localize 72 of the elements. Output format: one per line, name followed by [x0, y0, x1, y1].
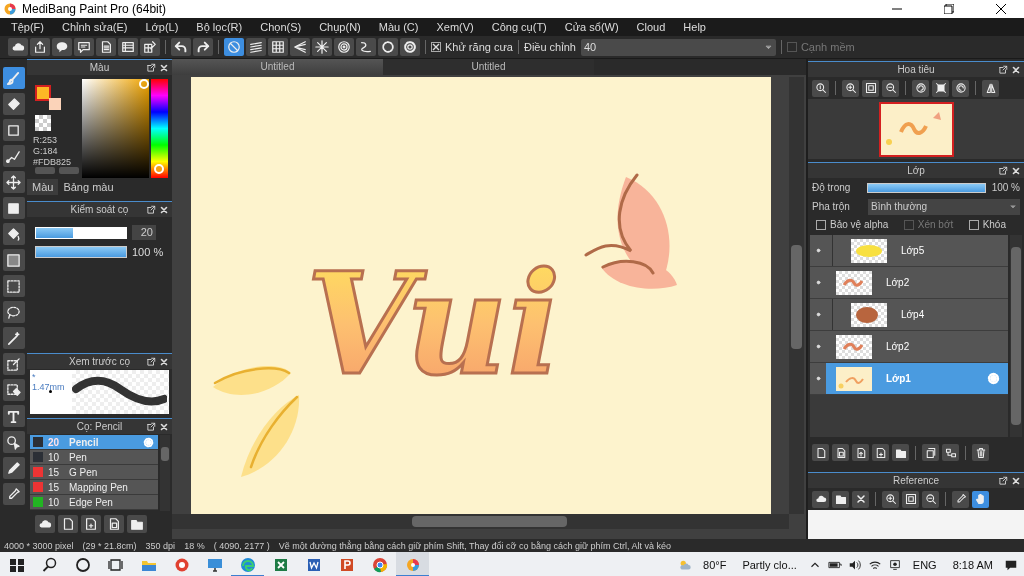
status-text: (29 * 21.8cm)	[82, 540, 137, 551]
layer-row[interactable]: Lớp2	[810, 267, 1008, 299]
status-text: Vẽ một đường thẳng bằng cách giữ phím Shift, Thay đổi cỡ cọ bằng cách giữ phím Ctrl, Alt và kéo	[278, 540, 672, 551]
layer-name: Lớp2	[886, 277, 911, 288]
menu-item[interactable]: Bộ lọc(R)	[187, 21, 252, 33]
panel-tab[interactable]: Màu	[27, 179, 59, 195]
menu-item[interactable]: Xem(V)	[427, 21, 483, 33]
status-text: 4000 * 3000 pixel	[4, 540, 74, 551]
correction-dropdown[interactable]: 40	[580, 38, 776, 56]
brush-size: 10	[47, 451, 61, 463]
menu-item[interactable]: Cloud	[627, 21, 675, 33]
layer-opacity-value: 100 %	[991, 182, 1020, 193]
brush-name: Pencil	[69, 436, 100, 448]
brush-row[interactable]: 10 Pen	[30, 450, 158, 465]
weather-text[interactable]: Partly clo...	[737, 558, 802, 571]
temperature[interactable]: 80°F	[698, 558, 732, 571]
layer-row[interactable]: Lớp2	[810, 331, 1008, 363]
status-text: ( 4090, 2177 )	[213, 540, 270, 551]
brush-size-preview: * 1.47mm	[30, 370, 72, 414]
layer-name: Lớp5	[901, 245, 926, 256]
brush-row[interactable]: 10 Edge Pen	[30, 495, 158, 510]
layer-name: Lớp4	[901, 309, 926, 320]
layer-name: Lớp2	[886, 341, 911, 352]
menu-item[interactable]: Lớp(L)	[136, 21, 188, 33]
document-tab[interactable]: Untitled	[383, 59, 594, 75]
panel-title: Reference	[892, 475, 940, 486]
blend-label: Pha trộn	[812, 201, 851, 212]
rgb-value: G:184	[33, 146, 59, 157]
brush-size: 15	[47, 466, 61, 478]
status-text: 18 %	[184, 540, 205, 551]
layer-row[interactable]: Lớp4	[810, 299, 1008, 331]
panel-title: Xem trước cọ	[68, 356, 130, 367]
layer-row[interactable]: Lớp5	[810, 235, 1008, 267]
hex-value: #FDB825	[33, 157, 72, 168]
antialias-checkbox[interactable]: Khử răng cưa	[431, 41, 513, 53]
menu-item[interactable]: Tệp(F)	[2, 21, 53, 33]
language-indicator[interactable]: ENG	[907, 558, 942, 571]
opacity-value: 100 %	[132, 246, 164, 258]
layer-name: Lớp1	[886, 373, 912, 384]
brush-size: 15	[47, 481, 61, 493]
menu-item[interactable]: Chụp(N)	[310, 21, 370, 33]
clock[interactable]: 8:18 AM	[947, 558, 998, 571]
menu-item[interactable]: Công cụ(T)	[482, 21, 556, 33]
blend-mode-dropdown[interactable]: Bình thường	[868, 198, 1020, 215]
menu-item[interactable]: Màu (C)	[369, 21, 428, 33]
brush-name: Edge Pen	[69, 496, 114, 508]
menu-item[interactable]: Chỉnh sửa(E)	[53, 21, 137, 33]
brush-size: 20	[47, 436, 61, 448]
brush-name: G Pen	[69, 466, 99, 478]
panel-title: Cọ: Pencil	[76, 421, 123, 432]
layer-option-checkbox[interactable]: Bảo vệ alpha	[816, 219, 889, 230]
brush-row[interactable]: 15 G Pen	[30, 465, 158, 480]
panel-title: Màu	[89, 62, 110, 73]
brush-size: 10	[47, 496, 61, 508]
menu-item[interactable]: Help	[674, 21, 715, 33]
brush-name: Mapping Pen	[69, 481, 129, 493]
size-value[interactable]: 20	[132, 225, 156, 240]
menu-item[interactable]: Cửa sổ(W)	[555, 21, 628, 33]
artwork-lettering: Vui	[306, 241, 561, 406]
brush-row[interactable]: 15 Mapping Pen	[30, 480, 158, 495]
layer-option-checkbox[interactable]: Khóa	[968, 219, 1006, 230]
opacity-label: Độ trong	[812, 182, 852, 193]
panel-title: Lớp	[907, 165, 925, 176]
correction-label: Điều chỉnh	[523, 41, 576, 53]
window-title: MediBang Paint Pro (64bit)	[22, 2, 167, 16]
brush-name: Pen	[69, 451, 88, 463]
panel-title: Hoa tiêu	[897, 64, 935, 75]
panel-title: Kiểm soát cọ	[70, 204, 129, 215]
menu-item[interactable]: Chọn(S)	[251, 21, 311, 33]
rgb-value: R:253	[33, 135, 59, 146]
document-tab[interactable]: Untitled	[172, 59, 383, 75]
status-text: 350 dpi	[145, 540, 176, 551]
